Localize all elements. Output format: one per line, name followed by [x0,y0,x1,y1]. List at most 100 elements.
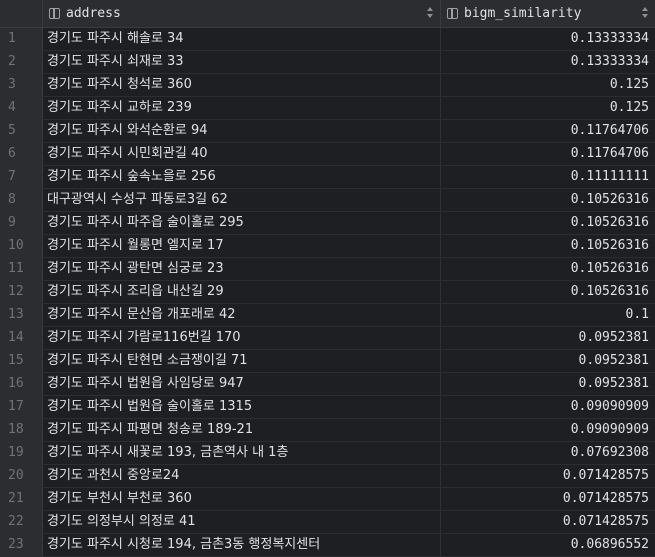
cell-bigm-similarity[interactable]: 0.06896552 [441,534,655,556]
table-row[interactable]: 18 경기도 파주시 파평면 청송로 189-21 0.09090909 [0,419,655,442]
column-header-bigm-similarity[interactable]: bigm_similarity [441,0,655,27]
table-row[interactable]: 22 경기도 의정부시 의정로 41 0.071428575 [0,511,655,534]
table-row[interactable]: 23 경기도 파주시 시청로 194, 금촌3동 행정복지센터 0.06896552 [0,534,655,557]
row-number[interactable]: 19 [0,442,43,464]
table-row[interactable]: 11 경기도 파주시 광탄면 심궁로 23 0.10526316 [0,258,655,281]
cell-bigm-similarity[interactable]: 0.10526316 [441,212,655,234]
table-row[interactable]: 19 경기도 파주시 새꽃로 193, 금촌역사 내 1층 0.07692308 [0,442,655,465]
cell-address[interactable]: 경기도 파주시 문산읍 개포래로 42 [43,304,441,326]
row-number[interactable]: 11 [0,258,43,280]
cell-address[interactable]: 경기도 파주시 새꽃로 193, 금촌역사 내 1층 [43,442,441,464]
cell-address[interactable]: 경기도 파주시 시민회관길 40 [43,143,441,165]
row-number[interactable]: 23 [0,534,43,556]
cell-bigm-similarity[interactable]: 0.125 [441,97,655,119]
table-row[interactable]: 4 경기도 파주시 교하로 239 0.125 [0,97,655,120]
table-row[interactable]: 9 경기도 파주시 파주읍 술이홀로 295 0.10526316 [0,212,655,235]
cell-bigm-similarity[interactable]: 0.071428575 [441,511,655,533]
row-number[interactable]: 1 [0,28,43,50]
cell-address[interactable]: 경기도 파주시 법원읍 사임당로 947 [43,373,441,395]
sort-icon[interactable] [426,7,434,19]
column-header-label: address [66,6,121,21]
row-number[interactable]: 5 [0,120,43,142]
row-number[interactable]: 9 [0,212,43,234]
row-number[interactable]: 15 [0,350,43,372]
row-number[interactable]: 22 [0,511,43,533]
cell-bigm-similarity[interactable]: 0.11764706 [441,143,655,165]
cell-bigm-similarity[interactable]: 0.0952381 [441,327,655,349]
cell-address[interactable]: 경기도 부천시 부천로 360 [43,488,441,510]
row-number[interactable]: 3 [0,74,43,96]
cell-address[interactable]: 대구광역시 수성구 파동로3길 62 [43,189,441,211]
table-row[interactable]: 6 경기도 파주시 시민회관길 40 0.11764706 [0,143,655,166]
cell-address[interactable]: 경기도 파주시 파주읍 술이홀로 295 [43,212,441,234]
row-number[interactable]: 13 [0,304,43,326]
cell-address[interactable]: 경기도 파주시 쇠재로 33 [43,51,441,73]
row-number[interactable]: 20 [0,465,43,487]
cell-address[interactable]: 경기도 파주시 해솔로 34 [43,28,441,50]
row-number[interactable]: 4 [0,97,43,119]
row-number[interactable]: 16 [0,373,43,395]
table-row[interactable]: 1 경기도 파주시 해솔로 34 0.13333334 [0,28,655,51]
cell-address[interactable]: 경기도 의정부시 의정로 41 [43,511,441,533]
sort-icon[interactable] [641,7,649,19]
cell-bigm-similarity[interactable]: 0.125 [441,74,655,96]
row-number[interactable]: 2 [0,51,43,73]
cell-address[interactable]: 경기도 파주시 파평면 청송로 189-21 [43,419,441,441]
cell-bigm-similarity[interactable]: 0.09090909 [441,419,655,441]
table-row[interactable]: 16 경기도 파주시 법원읍 사임당로 947 0.0952381 [0,373,655,396]
row-number[interactable]: 7 [0,166,43,188]
cell-address[interactable]: 경기도 파주시 탄현면 소금쟁이길 71 [43,350,441,372]
cell-bigm-similarity[interactable]: 0.11764706 [441,120,655,142]
column-header-address[interactable]: address [43,0,441,27]
cell-bigm-similarity[interactable]: 0.071428575 [441,465,655,487]
cell-address[interactable]: 경기도 파주시 시청로 194, 금촌3동 행정복지센터 [43,534,441,556]
table-row[interactable]: 3 경기도 파주시 청석로 360 0.125 [0,74,655,97]
row-number[interactable]: 14 [0,327,43,349]
cell-bigm-similarity[interactable]: 0.13333334 [441,28,655,50]
cell-bigm-similarity[interactable]: 0.11111111 [441,166,655,188]
cell-address[interactable]: 경기도 파주시 숲속노을로 256 [43,166,441,188]
cell-bigm-similarity[interactable]: 0.09090909 [441,396,655,418]
row-number[interactable]: 21 [0,488,43,510]
table-row[interactable]: 20 경기도 과천시 중앙로24 0.071428575 [0,465,655,488]
row-number[interactable]: 6 [0,143,43,165]
row-number[interactable]: 17 [0,396,43,418]
cell-bigm-similarity[interactable]: 0.07692308 [441,442,655,464]
table-row[interactable]: 7 경기도 파주시 숲속노을로 256 0.11111111 [0,166,655,189]
cell-address[interactable]: 경기도 파주시 광탄면 심궁로 23 [43,258,441,280]
table-row[interactable]: 21 경기도 부천시 부천로 360 0.071428575 [0,488,655,511]
row-number[interactable]: 10 [0,235,43,257]
table-row[interactable]: 13 경기도 파주시 문산읍 개포래로 42 0.1 [0,304,655,327]
cell-address[interactable]: 경기도 파주시 조리읍 내산길 29 [43,281,441,303]
result-grid: address bigm_similarity 1 경기도 파주시 해솔로 34 0… [0,0,655,557]
cell-bigm-similarity[interactable]: 0.1 [441,304,655,326]
table-row[interactable]: 15 경기도 파주시 탄현면 소금쟁이길 71 0.0952381 [0,350,655,373]
column-header-label: bigm_similarity [464,6,582,21]
row-number[interactable]: 8 [0,189,43,211]
cell-address[interactable]: 경기도 파주시 교하로 239 [43,97,441,119]
row-number[interactable]: 18 [0,419,43,441]
table-row[interactable]: 2 경기도 파주시 쇠재로 33 0.13333334 [0,51,655,74]
cell-bigm-similarity[interactable]: 0.0952381 [441,373,655,395]
cell-bigm-similarity[interactable]: 0.071428575 [441,488,655,510]
row-number[interactable]: 12 [0,281,43,303]
cell-bigm-similarity[interactable]: 0.13333334 [441,51,655,73]
cell-bigm-similarity[interactable]: 0.10526316 [441,189,655,211]
table-row[interactable]: 8 대구광역시 수성구 파동로3길 62 0.10526316 [0,189,655,212]
grid-header: address bigm_similarity [0,0,655,28]
cell-address[interactable]: 경기도 파주시 가람로116번길 170 [43,327,441,349]
table-row[interactable]: 17 경기도 파주시 법원읍 술이홀로 1315 0.09090909 [0,396,655,419]
cell-bigm-similarity[interactable]: 0.10526316 [441,281,655,303]
cell-address[interactable]: 경기도 파주시 법원읍 술이홀로 1315 [43,396,441,418]
table-row[interactable]: 5 경기도 파주시 와석순환로 94 0.11764706 [0,120,655,143]
cell-bigm-similarity[interactable]: 0.0952381 [441,350,655,372]
cell-address[interactable]: 경기도 파주시 청석로 360 [43,74,441,96]
cell-bigm-similarity[interactable]: 0.10526316 [441,235,655,257]
cell-address[interactable]: 경기도 파주시 와석순환로 94 [43,120,441,142]
cell-address[interactable]: 경기도 파주시 월롱면 엘지로 17 [43,235,441,257]
table-row[interactable]: 12 경기도 파주시 조리읍 내산길 29 0.10526316 [0,281,655,304]
cell-bigm-similarity[interactable]: 0.10526316 [441,258,655,280]
table-row[interactable]: 10 경기도 파주시 월롱면 엘지로 17 0.10526316 [0,235,655,258]
cell-address[interactable]: 경기도 과천시 중앙로24 [43,465,441,487]
table-row[interactable]: 14 경기도 파주시 가람로116번길 170 0.0952381 [0,327,655,350]
